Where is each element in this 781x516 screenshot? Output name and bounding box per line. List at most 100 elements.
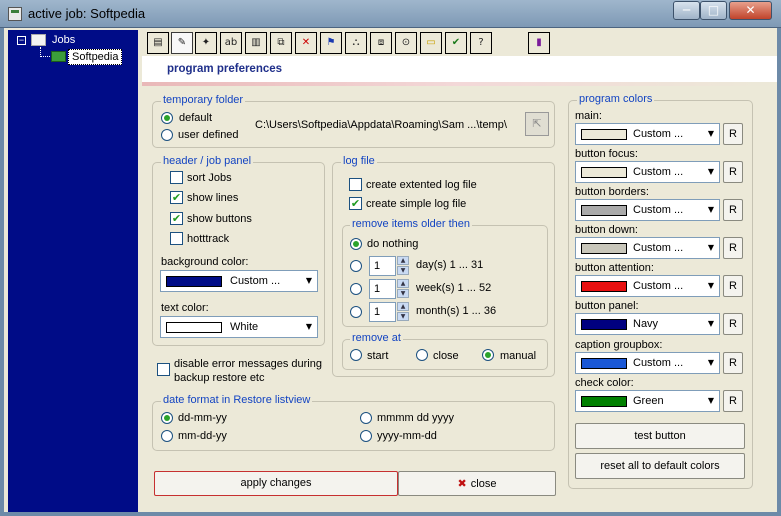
hottrack-checkbox[interactable] (170, 232, 183, 245)
color-dropdown[interactable]: Custom ... ▼ (575, 237, 720, 259)
show-lines-checkbox[interactable]: ✔ (170, 191, 183, 204)
reset-all-colors-button[interactable]: reset all to default colors (575, 453, 745, 479)
tempfolder-user-label[interactable]: user defined (178, 129, 239, 141)
color-dropdown[interactable]: Navy ▼ (575, 313, 720, 335)
rename-icon[interactable]: ab (220, 32, 242, 54)
show-buttons-checkbox[interactable]: ✔ (170, 212, 183, 225)
reset-color-button[interactable]: R (723, 199, 743, 221)
months-input[interactable]: 1 (369, 302, 396, 322)
show-buttons-label[interactable]: show buttons (187, 213, 252, 225)
tree-item-jobs[interactable]: Jobs (52, 34, 75, 46)
color-dropdown[interactable]: Custom ... ▼ (575, 161, 720, 183)
copy-icon[interactable]: ⧉ (270, 32, 292, 54)
color-value: Custom ... (633, 280, 684, 292)
date-mmmm-radio[interactable] (360, 412, 372, 424)
minimize-button[interactable]: ─ (673, 1, 700, 20)
list-icon[interactable]: ▤ (147, 32, 169, 54)
color-label: check color: (575, 377, 634, 389)
apply-changes-button[interactable]: apply changes (154, 471, 398, 496)
remove-at-close-radio[interactable] (416, 349, 428, 361)
check-icon[interactable]: ✔ (445, 32, 467, 54)
job-tree[interactable] (8, 30, 138, 512)
date-mmddyy-radio[interactable] (161, 430, 173, 442)
reset-color-button[interactable]: R (723, 352, 743, 374)
disable-errors-label[interactable]: disable error messages during backup res… (174, 357, 324, 385)
color-dropdown[interactable]: Custom ... ▼ (575, 199, 720, 221)
remove-at-start-radio[interactable] (350, 349, 362, 361)
tempfolder-user-radio[interactable] (161, 129, 173, 141)
color-dropdown[interactable]: Custom ... ▼ (575, 275, 720, 297)
folder-icon (31, 34, 46, 46)
chevron-down-icon: ▼ (707, 167, 715, 176)
days-down-icon[interactable]: ▼ (397, 266, 409, 275)
date-yyyy-label[interactable]: yyyy-mm-dd (377, 430, 437, 442)
reset-color-button[interactable]: R (723, 390, 743, 412)
date-ddmmyy-label[interactable]: dd-mm-yy (178, 412, 227, 424)
tempfolder-default-label[interactable]: default (179, 112, 212, 124)
simple-log-checkbox[interactable]: ✔ (349, 197, 362, 210)
help-icon[interactable]: ? (470, 32, 492, 54)
exit-icon[interactable]: ▮ (528, 32, 550, 54)
color-value: Navy (633, 318, 659, 330)
text-color-dropdown[interactable]: White ▼ (160, 316, 318, 338)
sort-jobs-label[interactable]: sort Jobs (187, 172, 232, 184)
color-swatch (581, 167, 627, 178)
months-radio[interactable] (350, 306, 362, 318)
reset-color-button[interactable]: R (723, 237, 743, 259)
sort-jobs-checkbox[interactable] (170, 171, 183, 184)
days-value: 1 (374, 260, 381, 272)
network-icon[interactable]: ⧈ (370, 32, 392, 54)
color-dropdown[interactable]: Custom ... ▼ (575, 352, 720, 374)
color-dropdown[interactable]: Green ▼ (575, 390, 720, 412)
do-nothing-radio[interactable] (350, 238, 362, 250)
tree-collapse-icon[interactable]: − (17, 36, 26, 45)
delete-icon[interactable]: ✕ (295, 32, 317, 54)
remove-at-manual-radio[interactable] (482, 349, 494, 361)
weeks-down-icon[interactable]: ▼ (397, 289, 409, 298)
days-up-icon[interactable]: ▲ (397, 256, 409, 265)
edit-icon[interactable]: ✎ (171, 32, 193, 54)
date-mmddyy-label[interactable]: mm-dd-yy (178, 430, 227, 442)
reset-color-button[interactable]: R (723, 161, 743, 183)
reset-color-button[interactable]: R (723, 123, 743, 145)
weeks-input[interactable]: 1 (369, 279, 396, 299)
browse-folder-button[interactable]: ⇱ (525, 112, 549, 136)
date-ddmmyy-radio[interactable] (161, 412, 173, 424)
close-button[interactable]: ✖ close (398, 471, 556, 496)
save-icon[interactable]: ▥ (245, 32, 267, 54)
do-nothing-label[interactable]: do nothing (367, 238, 418, 250)
maximize-button[interactable]: □ (700, 1, 727, 20)
reset-color-button[interactable]: R (723, 313, 743, 335)
color-dropdown[interactable]: Custom ... ▼ (575, 123, 720, 145)
remove-at-close-label[interactable]: close (433, 350, 459, 362)
extended-log-label[interactable]: create extented log file (366, 179, 477, 191)
date-yyyy-radio[interactable] (360, 430, 372, 442)
test-button[interactable]: test button (575, 423, 745, 449)
tree-icon[interactable]: ⛬ (345, 32, 367, 54)
days-radio[interactable] (350, 260, 362, 272)
background-color-dropdown[interactable]: Custom ... ▼ (160, 270, 318, 292)
simple-log-label[interactable]: create simple log file (366, 198, 466, 210)
show-lines-label[interactable]: show lines (187, 192, 238, 204)
months-down-icon[interactable]: ▼ (397, 312, 409, 321)
extended-log-checkbox[interactable] (349, 178, 362, 191)
months-up-icon[interactable]: ▲ (397, 302, 409, 311)
close-window-button[interactable]: ✕ (729, 1, 772, 20)
weeks-up-icon[interactable]: ▲ (397, 279, 409, 288)
reset-color-button[interactable]: R (723, 275, 743, 297)
new-icon[interactable]: ✦ (195, 32, 217, 54)
note-icon[interactable]: ▭ (420, 32, 442, 54)
days-input[interactable]: 1 (369, 256, 396, 276)
date-mmmm-label[interactable]: mmmm dd yyyy (377, 412, 454, 424)
tempfolder-default-radio[interactable] (161, 112, 173, 124)
hottrack-label[interactable]: hotttrack (187, 233, 229, 245)
disable-errors-checkbox[interactable] (157, 363, 170, 376)
weeks-radio[interactable] (350, 283, 362, 295)
tree-item-softpedia[interactable]: Softpedia (68, 49, 123, 65)
run-icon[interactable]: ⚑ (320, 32, 342, 54)
remove-at-manual-label[interactable]: manual (500, 350, 536, 362)
remove-at-start-label[interactable]: start (367, 350, 388, 362)
program-colors-title: program colors (577, 93, 655, 105)
months-label: month(s) 1 ... 36 (416, 305, 497, 317)
find-icon[interactable]: ⊙ (395, 32, 417, 54)
